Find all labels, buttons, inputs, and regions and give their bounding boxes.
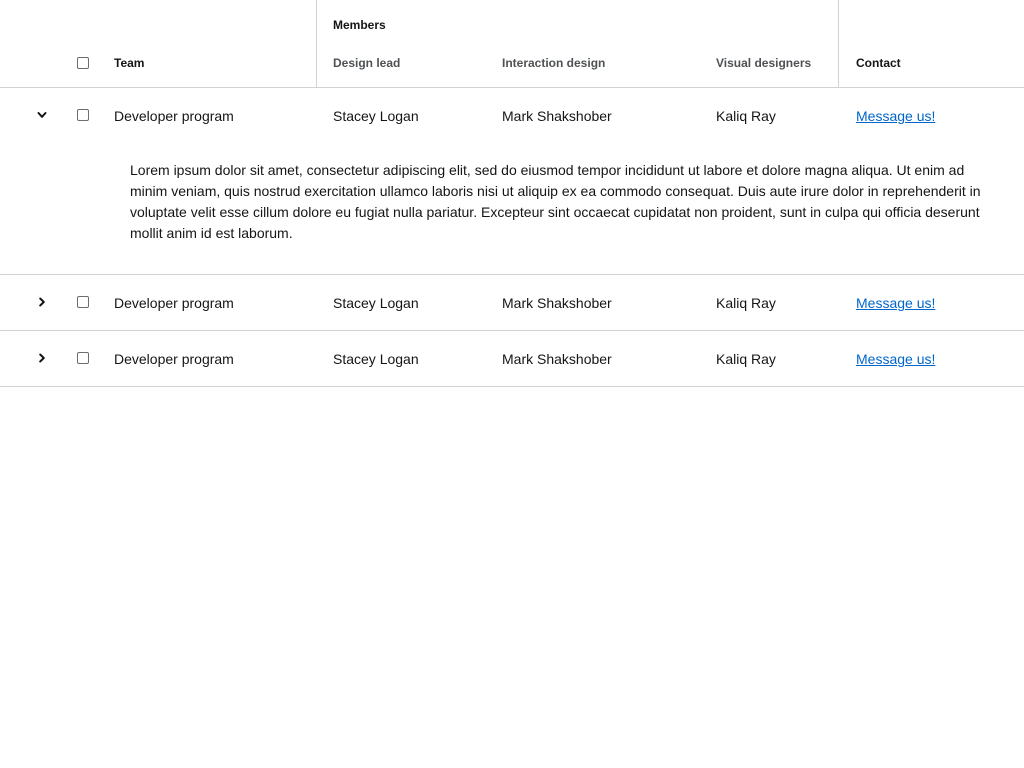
cell-team: Developer program [114, 108, 234, 124]
message-us-link[interactable]: Message us! [856, 108, 935, 124]
column-group-divider [316, 0, 317, 87]
cell-design-lead: Stacey Logan [333, 351, 419, 367]
column-header-design-lead[interactable]: Design lead [333, 56, 400, 70]
chevron-right-icon [39, 297, 45, 307]
message-us-link[interactable]: Message us! [856, 351, 935, 367]
cell-team: Developer program [114, 295, 234, 311]
cell-interaction-design: Mark Shakshober [502, 295, 612, 311]
row-select-checkbox[interactable] [77, 109, 89, 121]
table-row: Developer program Stacey Logan Mark Shak… [0, 88, 1024, 275]
row-select-checkbox[interactable] [77, 352, 89, 364]
row-expand-toggle[interactable] [33, 293, 51, 311]
cell-visual-designers: Kaliq Ray [716, 295, 776, 311]
composable-table: Team Members Design lead Interaction des… [0, 0, 1024, 387]
chevron-down-icon [37, 112, 47, 118]
row-expand-toggle[interactable] [33, 349, 51, 367]
cell-visual-designers: Kaliq Ray [716, 108, 776, 124]
column-header-contact[interactable]: Contact [856, 56, 901, 70]
column-group-header-members: Members [333, 18, 386, 32]
expanded-row-content: Lorem ipsum dolor sit amet, consectetur … [130, 162, 981, 241]
table-row: Developer program Stacey Logan Mark Shak… [0, 331, 1024, 387]
chevron-right-icon [39, 353, 45, 363]
table-header: Team Members Design lead Interaction des… [0, 0, 1024, 88]
row-select-checkbox[interactable] [77, 296, 89, 308]
column-header-team[interactable]: Team [114, 56, 144, 70]
cell-design-lead: Stacey Logan [333, 108, 419, 124]
table-row: Developer program Stacey Logan Mark Shak… [0, 275, 1024, 331]
cell-design-lead: Stacey Logan [333, 295, 419, 311]
message-us-link[interactable]: Message us! [856, 295, 935, 311]
row-expand-toggle[interactable] [33, 106, 51, 124]
column-header-interaction-design[interactable]: Interaction design [502, 56, 605, 70]
cell-interaction-design: Mark Shakshober [502, 351, 612, 367]
cell-interaction-design: Mark Shakshober [502, 108, 612, 124]
select-all-checkbox[interactable] [77, 57, 89, 69]
cell-team: Developer program [114, 351, 234, 367]
cell-visual-designers: Kaliq Ray [716, 351, 776, 367]
column-header-visual-designers[interactable]: Visual designers [716, 56, 811, 70]
column-group-divider [838, 0, 839, 87]
